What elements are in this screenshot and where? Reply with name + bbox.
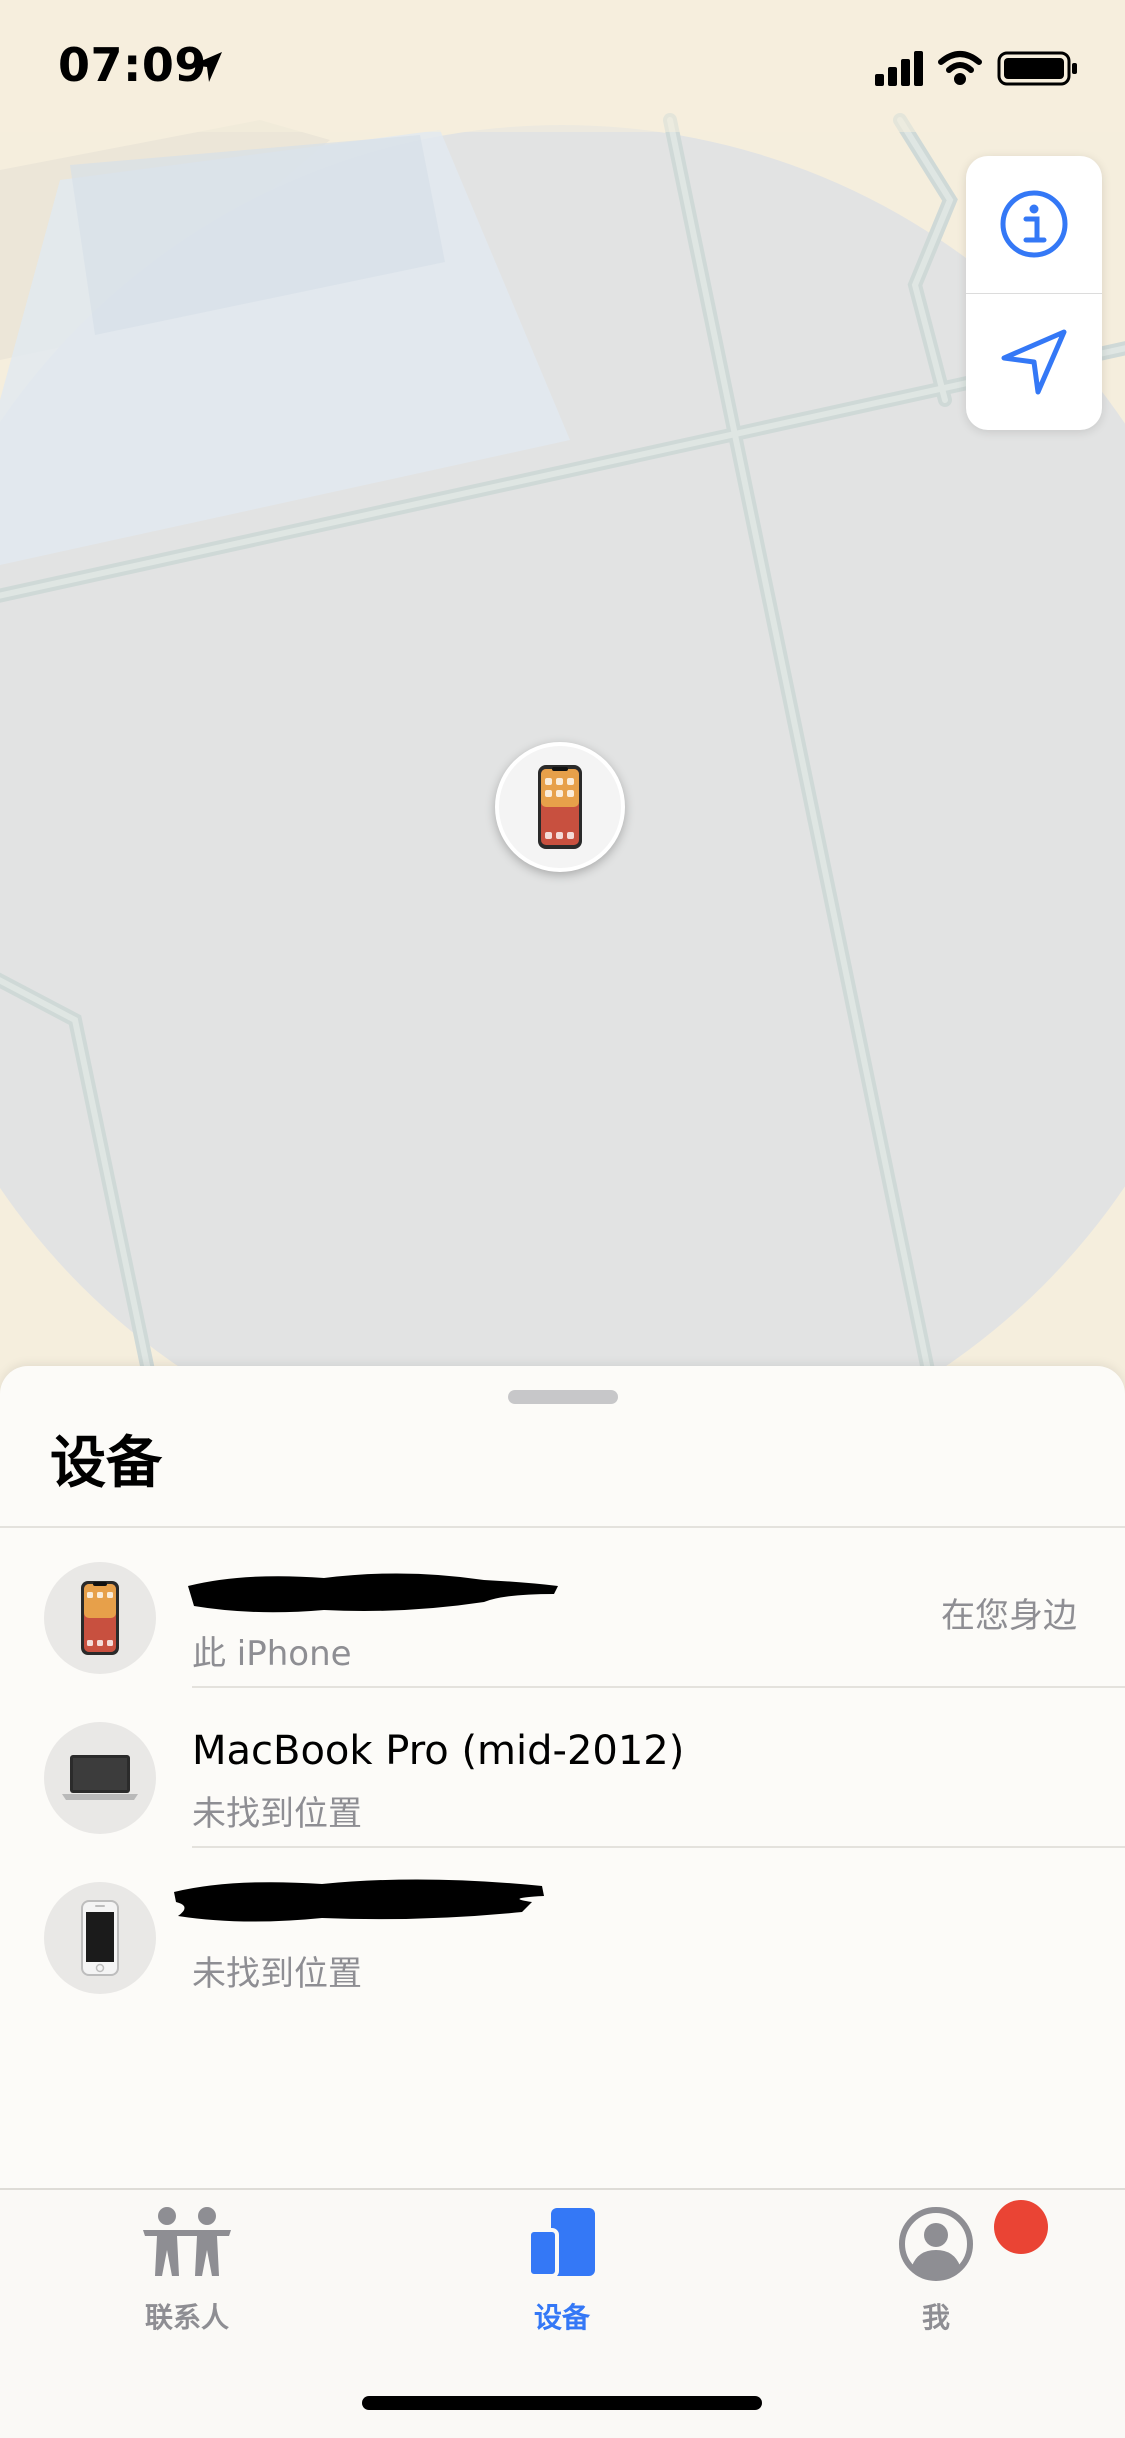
info-button[interactable]	[966, 156, 1102, 292]
device-name: MacBook Pro (mid-2012)	[192, 1728, 685, 1774]
iphone-white-icon	[44, 1882, 156, 1994]
map-canvas	[0, 0, 1125, 1400]
status-bar: 07:09	[0, 0, 1125, 132]
device-row-macbook[interactable]: MacBook Pro (mid-2012) 未找到位置	[0, 1688, 1125, 1848]
device-subtitle: 此 iPhone	[192, 1634, 352, 1674]
device-map-pin[interactable]	[495, 742, 625, 872]
map-view[interactable]	[0, 0, 1125, 1400]
tab-label: 设备	[533, 2301, 590, 2334]
redacted-name	[174, 1879, 544, 1922]
cellular-signal-icon	[875, 51, 923, 86]
notification-badge	[994, 2200, 1048, 2254]
sheet-grabber[interactable]	[508, 1390, 618, 1404]
device-subtitle: 未找到位置	[192, 1794, 362, 1834]
home-indicator[interactable]	[362, 2396, 762, 2410]
sheet-title: 设备	[50, 1431, 162, 1496]
locate-me-button[interactable]	[966, 294, 1102, 430]
device-subtitle: 未找到位置	[192, 1954, 362, 1994]
battery-icon	[997, 51, 1077, 86]
location-arrow-icon	[190, 50, 224, 88]
location-arrow-icon	[1001, 329, 1067, 395]
device-status: 在您身边	[941, 1596, 1077, 1636]
tab-people[interactable]: 联系人	[87, 2206, 287, 2336]
map-controls	[966, 156, 1102, 430]
info-icon	[1000, 190, 1068, 258]
status-time: 07:09	[58, 38, 207, 92]
redacted-name	[188, 1573, 558, 1613]
wifi-icon	[938, 51, 982, 85]
tab-label: 我	[921, 2301, 950, 2334]
device-row-this-iphone[interactable]: 此 iPhone 在您身边	[0, 1528, 1125, 1688]
status-indicators	[875, 48, 1085, 88]
person-circle-icon	[899, 2207, 973, 2281]
people-icon	[143, 2207, 231, 2276]
iphone-color-icon	[538, 765, 582, 849]
iphone-color-icon	[44, 1562, 156, 1674]
device-row-iphone[interactable]: 未找到位置	[0, 1848, 1125, 2008]
tab-devices[interactable]: 设备	[462, 2206, 662, 2336]
tab-label: 联系人	[144, 2301, 229, 2334]
devices-icon	[527, 2208, 595, 2278]
macbook-icon	[44, 1722, 156, 1834]
